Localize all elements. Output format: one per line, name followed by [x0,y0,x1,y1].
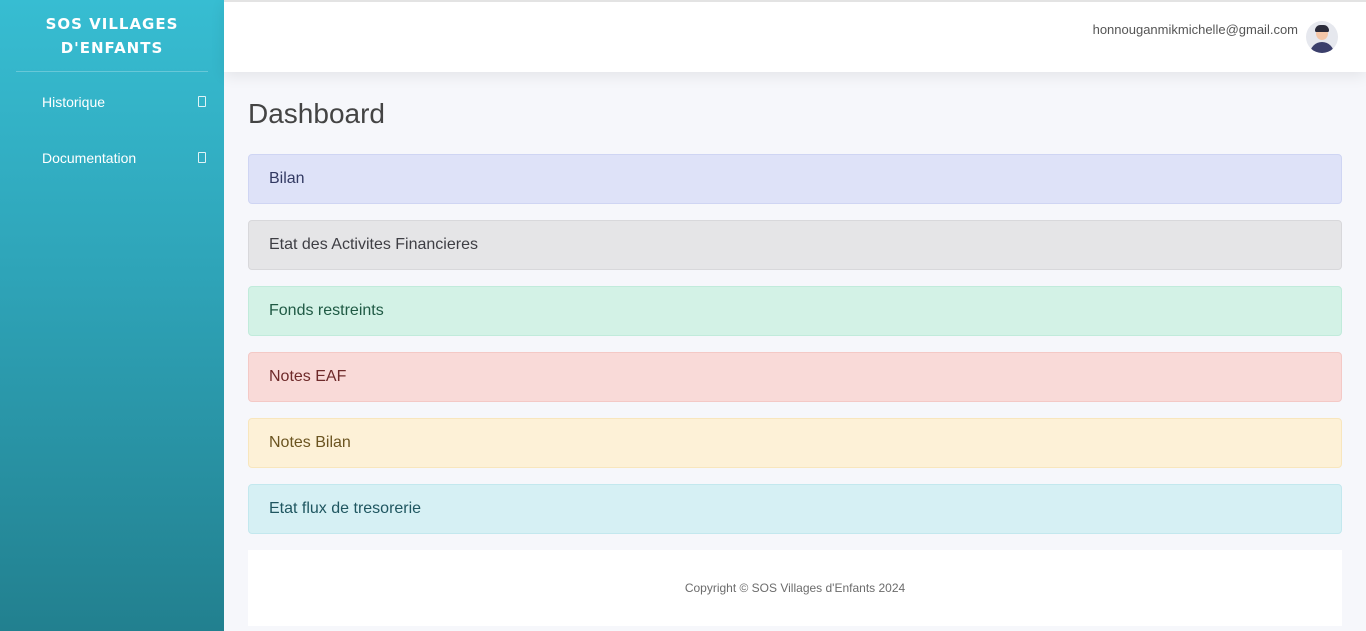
card-etat-activites-financieres[interactable]: Etat des Activites Financieres [248,220,1342,270]
page-title: Dashboard [248,98,385,129]
sidebar-item-historique[interactable]: Historique [0,74,224,130]
main-content: Dashboard Bilan Etat des Activites Finan… [248,72,1342,626]
footer: Copyright © SOS Villages d'Enfants 2024 [248,550,1342,626]
card-etat-flux-tresorerie[interactable]: Etat flux de tresorerie [248,484,1342,534]
sidebar: SOS VILLAGES D'ENFANTS Historique Docume… [0,0,224,631]
card-bilan[interactable]: Bilan [248,154,1342,204]
top-header: honnouganmikmichelle@gmail.com [224,0,1366,72]
app: SOS VILLAGES D'ENFANTS Historique Docume… [0,0,1366,631]
avatar-body [1310,42,1334,53]
sidebar-nav: Historique Documentation [0,72,224,186]
card-label: Etat des Activites Financieres [269,236,478,253]
sidebar-item-label: Historique [42,94,106,110]
copyright-text: Copyright © SOS Villages d'Enfants 2024 [684,581,906,595]
sidebar-item-label: Documentation [42,150,137,166]
user-avatar-icon[interactable] [1306,21,1338,53]
sidebar-item-documentation[interactable]: Documentation [0,130,224,186]
avatar-hair [1315,25,1329,32]
card-label: Bilan [269,170,305,187]
card-label: Notes Bilan [269,434,351,451]
card-label: Fonds restreints [269,302,384,319]
card-fonds-restreints[interactable]: Fonds restreints [248,286,1342,336]
user-email[interactable]: honnouganmikmichelle@gmail.com [1093,22,1298,37]
square-icon [198,95,206,107]
card-label: Etat flux de tresorerie [269,500,422,517]
card-notes-eaf[interactable]: Notes EAF [248,352,1342,402]
square-icon [198,151,206,163]
brand[interactable]: SOS VILLAGES D'ENFANTS [16,0,208,72]
brand-title: SOS VILLAGES D'ENFANTS [45,14,179,57]
card-notes-bilan[interactable]: Notes Bilan [248,418,1342,468]
card-label: Notes EAF [269,368,347,385]
